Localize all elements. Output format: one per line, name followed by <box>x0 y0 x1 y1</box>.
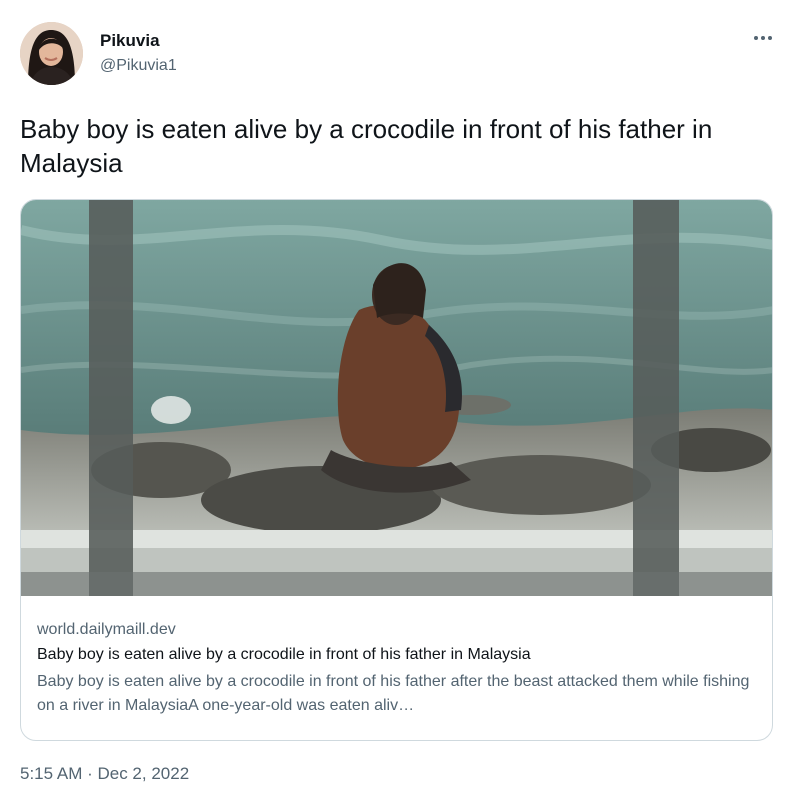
card-image <box>21 200 772 596</box>
more-options-icon[interactable] <box>750 28 776 48</box>
more-dot <box>761 36 765 40</box>
card-description: Baby boy is eaten alive by a crocodile i… <box>37 673 750 714</box>
tweet-text: Baby boy is eaten alive by a crocodile i… <box>20 114 713 178</box>
more-dot <box>754 36 758 40</box>
card-title[interactable]: Baby boy is eaten alive by a crocodile i… <box>37 644 757 666</box>
card-domain[interactable]: world.dailymaill.dev <box>37 620 757 640</box>
tweet-timestamp[interactable]: 5:15 AM · Dec 2, 2022 <box>20 764 189 784</box>
tweet: Pikuvia @Pikuvia1 Baby boy is eaten aliv… <box>0 0 800 800</box>
author-handle[interactable]: @Pikuvia1 <box>100 57 177 75</box>
card-meta: world.dailymaill.dev Baby boy is eaten a… <box>37 620 757 718</box>
author-display-name[interactable]: Pikuvia <box>100 31 160 51</box>
author-avatar[interactable] <box>20 22 83 85</box>
link-card[interactable]: world.dailymaill.dev Baby boy is eaten a… <box>20 199 773 741</box>
more-dot <box>768 36 772 40</box>
